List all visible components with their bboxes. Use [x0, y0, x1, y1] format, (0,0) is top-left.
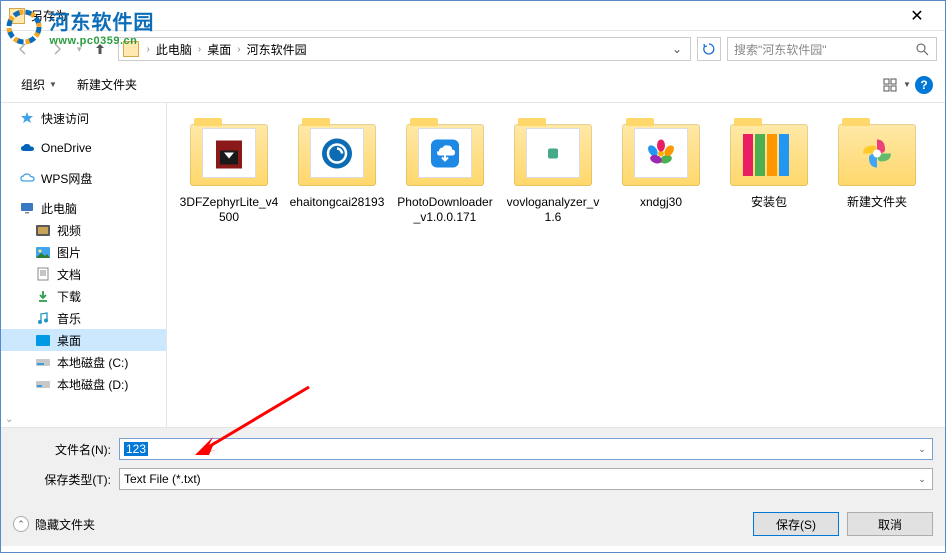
search-input[interactable]: 搜索"河东软件园" [727, 37, 937, 61]
folder-label: 新建文件夹 [847, 195, 907, 210]
save-fields: 文件名(N): 123 ⌄ 保存类型(T): Text File (*.txt)… [1, 427, 945, 506]
thumb-icon [739, 130, 799, 180]
organize-button[interactable]: 组织 ▼ [13, 72, 65, 97]
nav-back-button[interactable] [9, 35, 37, 63]
cancel-button[interactable]: 取消 [847, 512, 933, 536]
video-icon [35, 222, 51, 238]
new-folder-button[interactable]: 新建文件夹 [69, 72, 145, 97]
breadcrumb-dropdown[interactable]: ⌄ [668, 42, 686, 56]
help-button[interactable]: ? [915, 76, 933, 94]
scroll-down-icon[interactable]: ⌄ [5, 414, 13, 425]
sidebar-music[interactable]: 音乐 [1, 307, 166, 329]
dialog-footer: ⌃ 隐藏文件夹 保存(S) 取消 [1, 506, 945, 546]
folder-label: vovloganalyzer_v1.6 [503, 195, 603, 225]
sidebar-disk-c[interactable]: 本地磁盘 (C:) [1, 351, 166, 373]
breadcrumb-item[interactable]: 桌面 [205, 41, 233, 58]
filename-label: 文件名(N): [13, 441, 119, 458]
view-options-button[interactable]: ▼ [883, 73, 911, 97]
thumb-icon [646, 139, 676, 172]
folder-item[interactable]: vovloganalyzer_v1.6 [499, 115, 607, 229]
thumb-icon [212, 135, 246, 176]
disk-icon [35, 354, 51, 370]
chevron-right-icon: › [198, 44, 201, 55]
thumb-icon [857, 134, 897, 177]
sidebar-this-pc[interactable]: 此电脑 [1, 197, 166, 219]
sidebar-videos[interactable]: 视频 [1, 219, 166, 241]
hide-folders-toggle[interactable]: ⌃ 隐藏文件夹 [13, 516, 95, 533]
sidebar-disk-d[interactable]: 本地磁盘 (D:) [1, 373, 166, 395]
file-grid[interactable]: 3DFZephyrLite_v4500 ehaitongcai28193 Pho… [167, 103, 945, 427]
close-button[interactable]: ✕ [897, 2, 937, 30]
breadcrumb-item[interactable]: 河东软件园 [245, 41, 309, 58]
star-icon [19, 110, 35, 126]
refresh-button[interactable] [697, 37, 721, 61]
folder-item[interactable]: xndgj30 [607, 115, 715, 229]
filetype-value: Text File (*.txt) [124, 472, 201, 486]
download-icon [35, 288, 51, 304]
folder-item[interactable]: 新建文件夹 [823, 115, 931, 229]
folder-item[interactable]: 安装包 [715, 115, 823, 229]
sidebar: 快速访问 OneDrive WPS网盘 此电脑 视频 图片 文档 [1, 103, 167, 427]
sidebar-pictures[interactable]: 图片 [1, 241, 166, 263]
sidebar-wps[interactable]: WPS网盘 [1, 167, 166, 189]
thumb-icon [429, 138, 461, 173]
music-icon [35, 310, 51, 326]
folder-label: xndgj30 [640, 195, 682, 210]
window-icon [9, 8, 25, 24]
folder-icon [123, 41, 139, 57]
desktop-icon [35, 332, 51, 348]
filetype-select[interactable]: Text File (*.txt) ⌄ [119, 468, 933, 490]
sidebar-desktop[interactable]: 桌面 [1, 329, 166, 351]
thumb-icon [320, 137, 354, 174]
cloud-icon [19, 140, 35, 156]
titlebar: 另存为 ✕ [1, 1, 945, 31]
chevron-up-icon: ⌃ [13, 516, 29, 532]
breadcrumb[interactable]: › 此电脑 › 桌面 › 河东软件园 ⌄ [118, 37, 691, 61]
folder-item[interactable]: 3DFZephyrLite_v4500 [175, 115, 283, 229]
filename-input[interactable]: 123 ⌄ [119, 438, 933, 460]
filename-value: 123 [124, 442, 148, 456]
disk-icon [35, 376, 51, 392]
breadcrumb-item[interactable]: 此电脑 [154, 41, 194, 58]
chevron-right-icon: › [237, 44, 240, 55]
sidebar-documents[interactable]: 文档 [1, 263, 166, 285]
documents-icon [35, 266, 51, 282]
folder-item[interactable]: PhotoDownloader_v1.0.0.171 [391, 115, 499, 229]
folder-label: 安装包 [751, 195, 787, 210]
dropdown-icon[interactable]: ⌄ [914, 441, 930, 457]
sidebar-quick-access[interactable]: 快速访问 [1, 107, 166, 129]
caret-down-icon: ▼ [49, 80, 57, 89]
pc-icon [19, 200, 35, 216]
search-placeholder: 搜索"河东软件园" [734, 41, 914, 58]
sidebar-onedrive[interactable]: OneDrive [1, 137, 166, 159]
save-button[interactable]: 保存(S) [753, 512, 839, 536]
sidebar-downloads[interactable]: 下载 [1, 285, 166, 307]
folder-label: PhotoDownloader_v1.0.0.171 [395, 195, 495, 225]
dropdown-icon[interactable]: ⌄ [914, 471, 930, 487]
window-title: 另存为 [31, 7, 897, 24]
nav-forward-button[interactable] [43, 35, 71, 63]
folder-label: 3DFZephyrLite_v4500 [179, 195, 279, 225]
folder-label: ehaitongcai28193 [290, 195, 385, 210]
nav-recent-caret[interactable]: ▾ [77, 44, 82, 55]
search-icon [914, 41, 930, 57]
filetype-label: 保存类型(T): [13, 471, 119, 488]
chevron-right-icon: › [147, 44, 150, 55]
toolbar: 组织 ▼ 新建文件夹 ▼ ? [1, 67, 945, 103]
pictures-icon [35, 244, 51, 260]
navbar: ▾ › 此电脑 › 桌面 › 河东软件园 ⌄ 搜索"河东软件园" [1, 31, 945, 67]
nav-up-button[interactable] [88, 37, 112, 61]
cloud-icon [19, 170, 35, 186]
thumb-icon [546, 147, 560, 164]
folder-item[interactable]: ehaitongcai28193 [283, 115, 391, 229]
